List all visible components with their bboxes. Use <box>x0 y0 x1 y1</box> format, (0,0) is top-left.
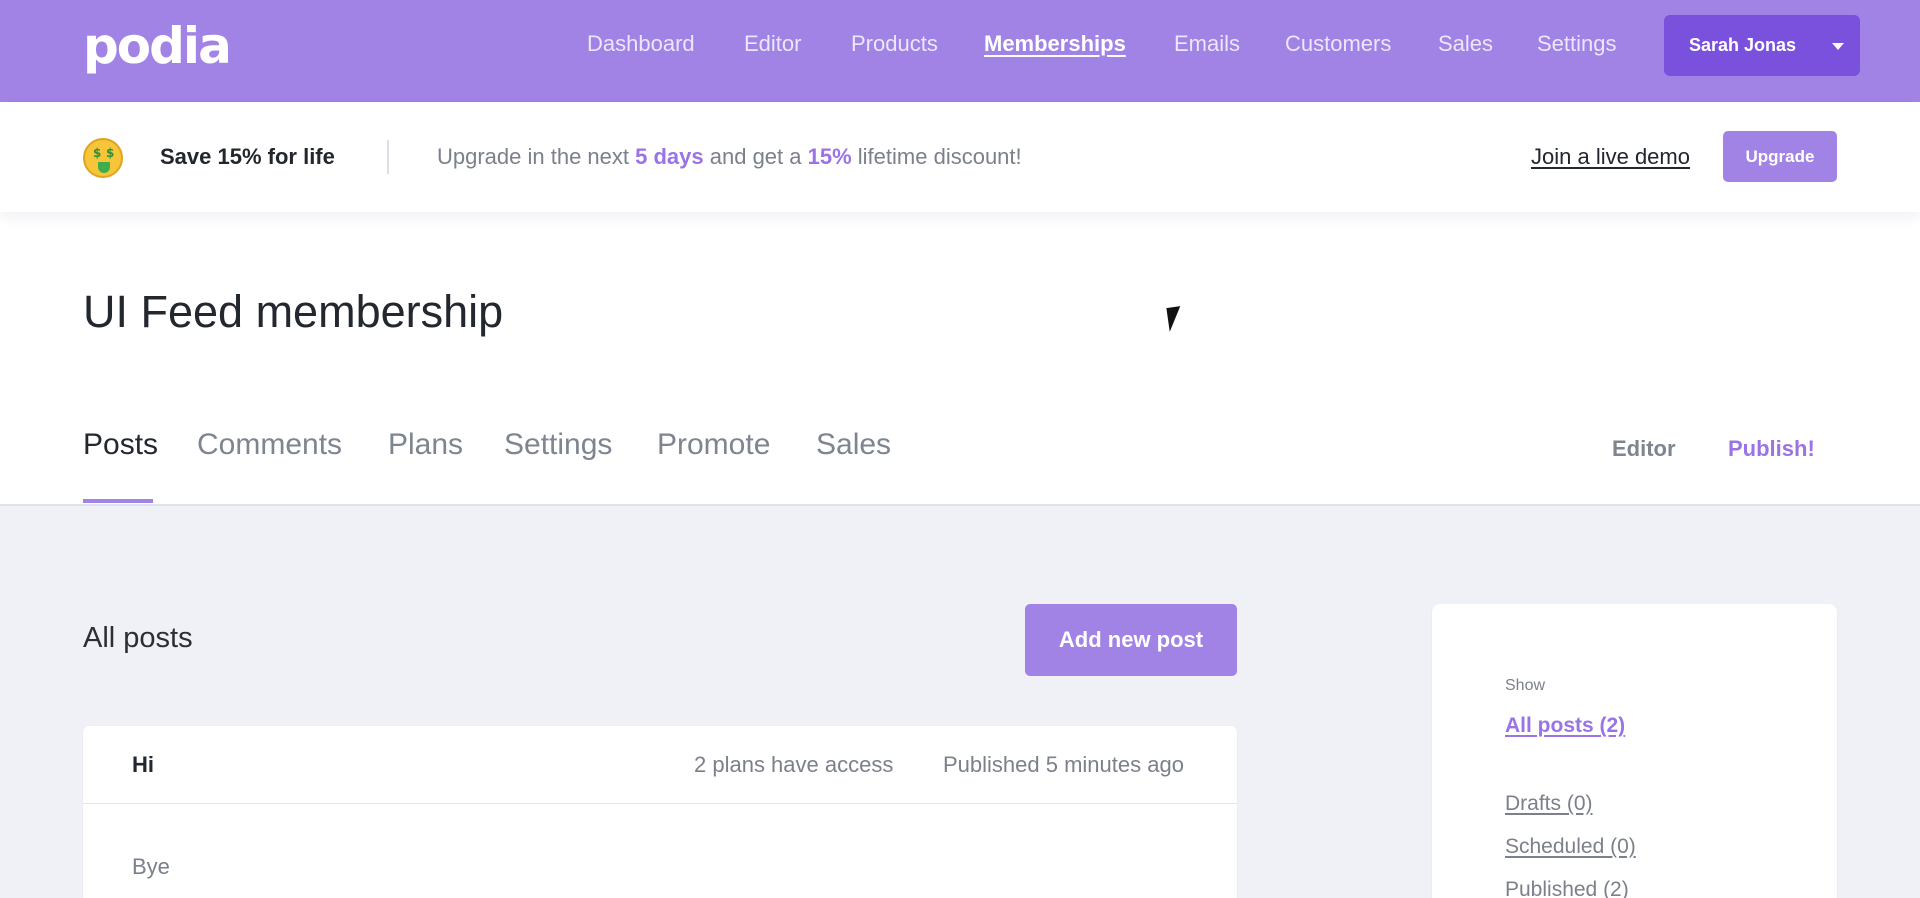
nav-memberships[interactable]: Memberships <box>984 32 1126 56</box>
promo-percent: 15% <box>807 144 852 169</box>
post-card-header: Hi 2 plans have access Published 5 minut… <box>83 726 1237 804</box>
tab-sales[interactable]: Sales <box>816 428 891 462</box>
nav-dashboard[interactable]: Dashboard <box>587 32 695 56</box>
nav-sales[interactable]: Sales <box>1438 32 1493 56</box>
post-card[interactable]: Hi 2 plans have access Published 5 minut… <box>83 726 1237 898</box>
membership-header: UI Feed membership Posts Comments Plans … <box>0 212 1920 506</box>
user-menu-button[interactable]: Sarah Jonas <box>1664 15 1860 76</box>
all-posts-heading: All posts <box>83 622 193 654</box>
promo-banner: $ $ Save 15% for life Upgrade in the next… <box>0 102 1920 212</box>
post-title: Hi <box>132 752 154 777</box>
tab-posts[interactable]: Posts <box>83 428 158 462</box>
promo-title: Save 15% for life <box>160 144 335 169</box>
filter-published[interactable]: Published (2) <box>1505 878 1629 898</box>
tab-comments[interactable]: Comments <box>197 428 342 462</box>
join-live-demo-link[interactable]: Join a live demo <box>1531 144 1690 170</box>
nav-settings[interactable]: Settings <box>1537 32 1617 56</box>
nav-editor[interactable]: Editor <box>744 32 801 56</box>
nav-emails[interactable]: Emails <box>1174 32 1240 56</box>
editor-link[interactable]: Editor <box>1612 436 1676 462</box>
filter-all-posts[interactable]: All posts (2) <box>1505 714 1625 738</box>
user-name: Sarah Jonas <box>1689 35 1797 55</box>
show-label: Show <box>1505 677 1546 694</box>
tab-plans[interactable]: Plans <box>388 428 463 462</box>
promo-message: Upgrade in the next 5 days and get a 15%… <box>437 144 1022 169</box>
main-nav-links: Dashboard Editor Products Memberships Em… <box>0 32 1920 56</box>
add-new-post-button[interactable]: Add new post <box>1025 604 1237 676</box>
filter-drafts[interactable]: Drafts (0) <box>1505 792 1593 816</box>
post-access: 2 plans have access <box>694 752 894 777</box>
promo-days: 5 days <box>635 144 704 169</box>
post-status: Published 5 minutes ago <box>943 752 1184 777</box>
top-nav: podia Dashboard Editor Products Membersh… <box>0 0 1920 102</box>
chevron-down-icon <box>1832 43 1844 50</box>
post-body: Bye <box>132 854 170 879</box>
publish-link[interactable]: Publish! <box>1728 436 1815 462</box>
nav-products[interactable]: Products <box>851 32 938 56</box>
nav-customers[interactable]: Customers <box>1285 32 1391 56</box>
active-tab-indicator <box>83 499 153 503</box>
money-mouth-emoji-icon: $ $ <box>83 138 123 178</box>
promo-divider <box>387 140 389 174</box>
tab-promote[interactable]: Promote <box>657 428 770 462</box>
tab-settings[interactable]: Settings <box>504 428 612 462</box>
filter-scheduled[interactable]: Scheduled (0) <box>1505 835 1636 859</box>
post-filter-panel: Show All posts (2) Drafts (0) Scheduled … <box>1432 604 1837 898</box>
page-title: UI Feed membership <box>83 286 504 337</box>
upgrade-button[interactable]: Upgrade <box>1723 131 1837 182</box>
